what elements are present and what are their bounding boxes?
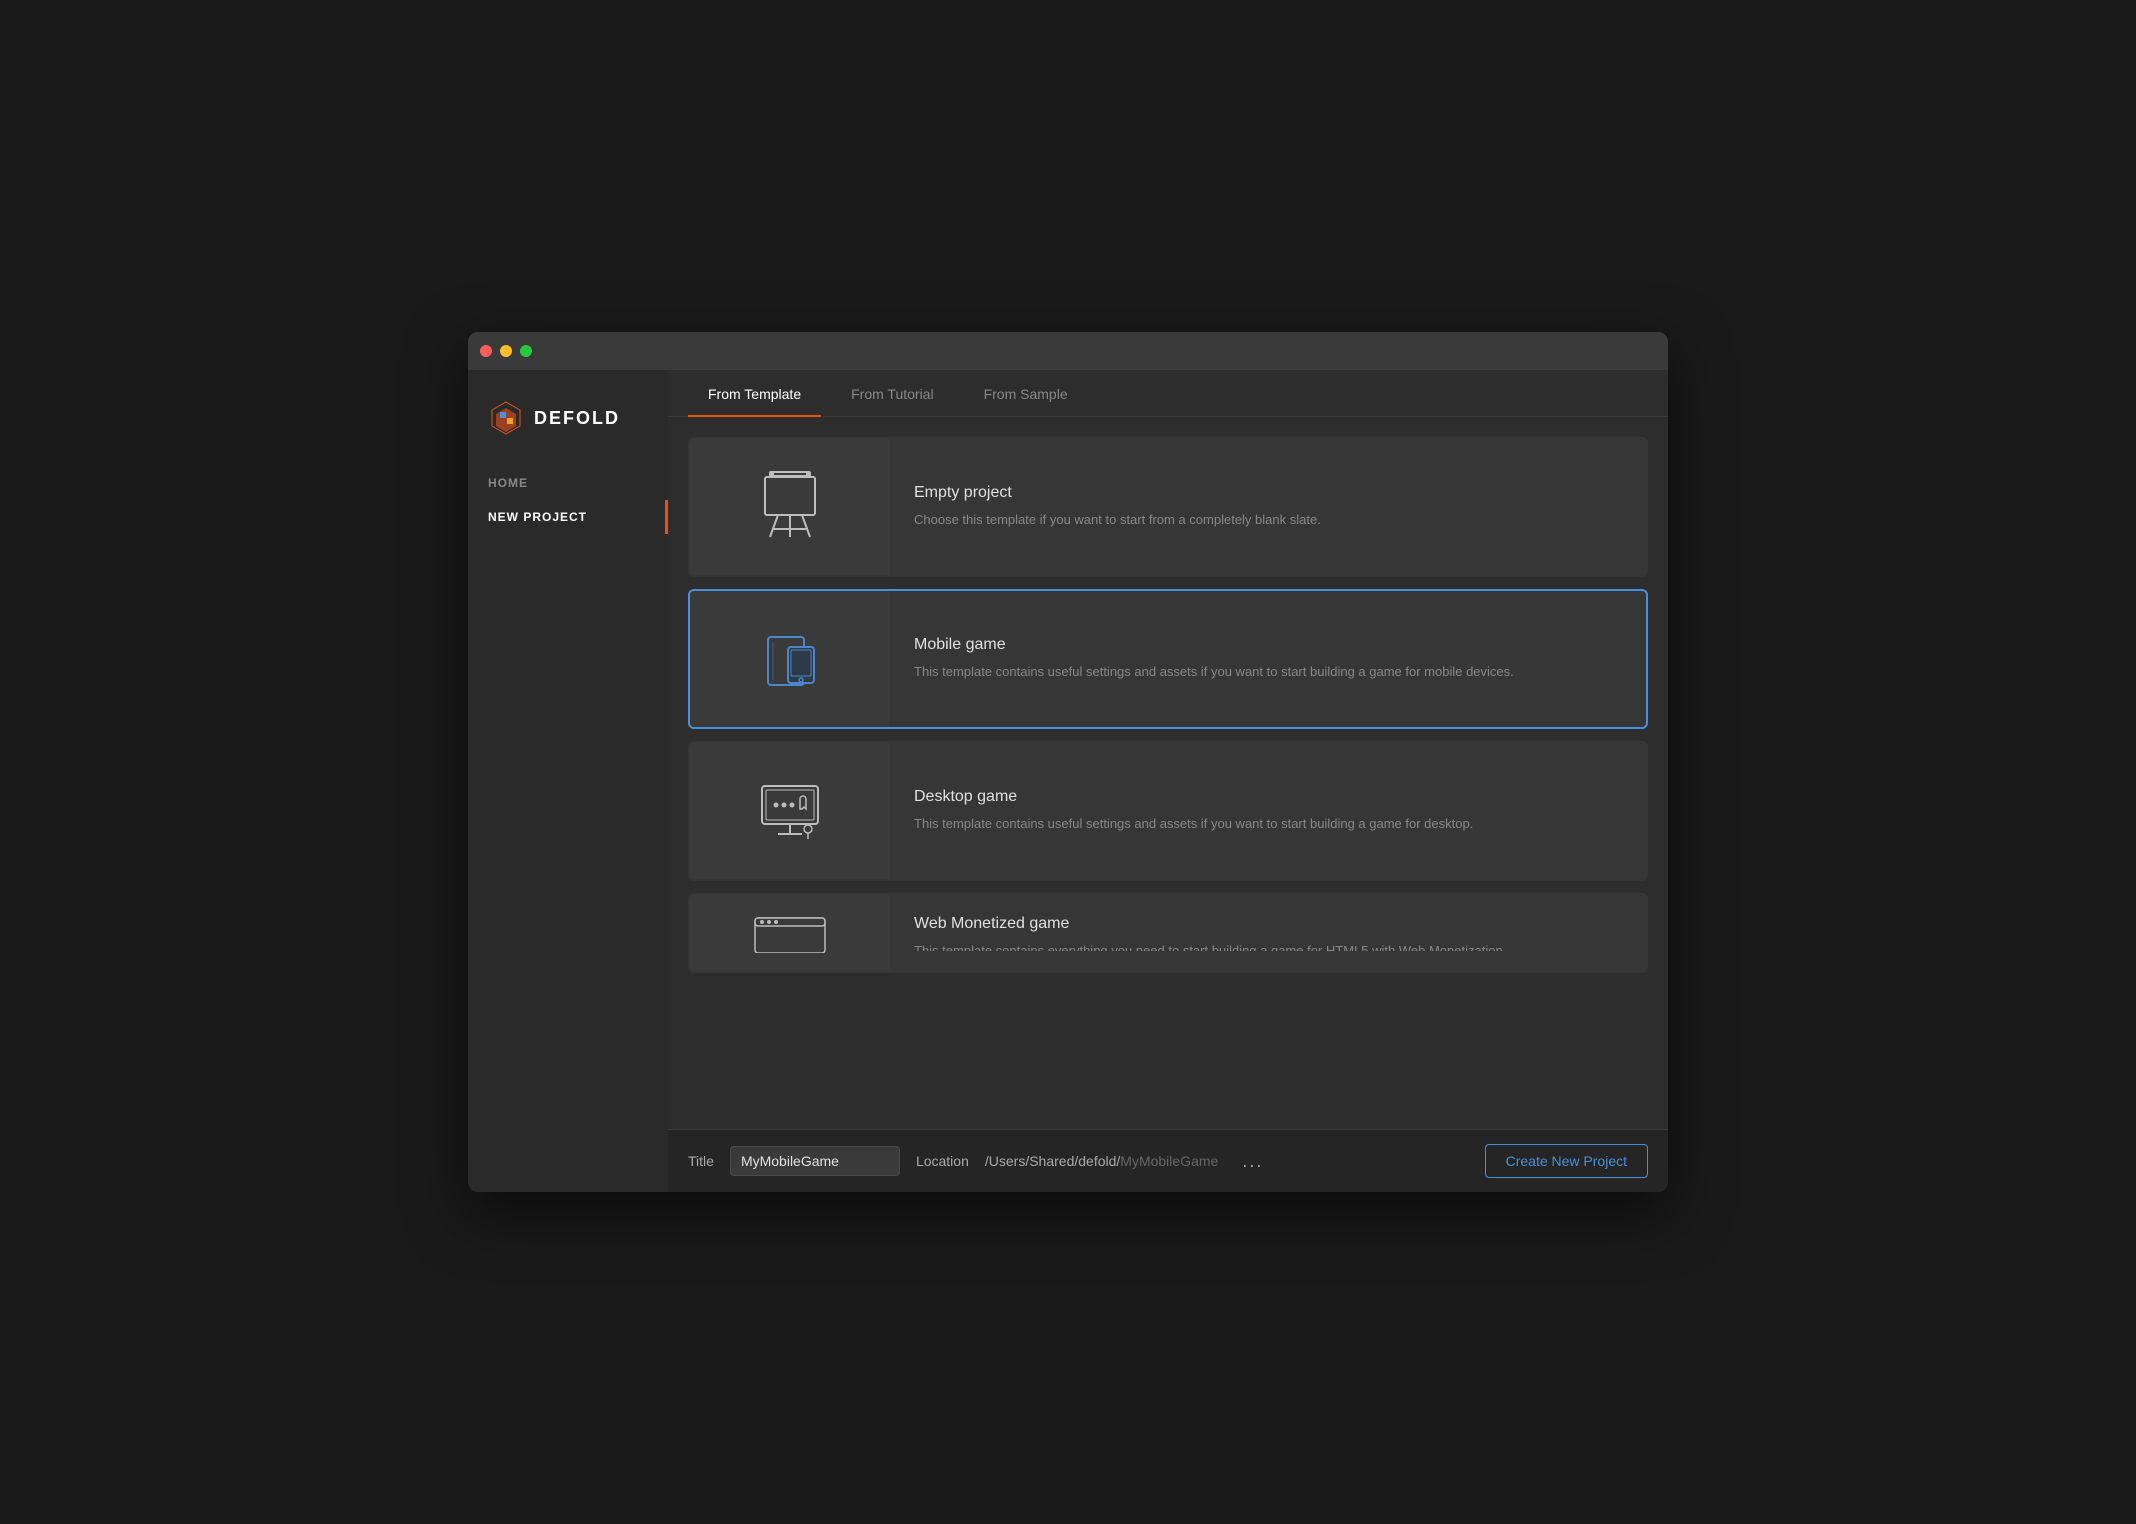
logo-text: DEFOLD	[534, 408, 620, 429]
template-info-desktop: Desktop game This template contains usef…	[890, 743, 1497, 879]
template-name-empty: Empty project	[914, 484, 1321, 502]
tab-from-sample[interactable]: From Sample	[964, 370, 1088, 416]
sidebar-item-home[interactable]: HOME	[468, 466, 668, 500]
sidebar: DEFOLD HOME NEW PROJECT	[468, 370, 668, 1192]
templates-list: Empty project Choose this template if yo…	[668, 417, 1668, 1129]
template-card-desktop[interactable]: Desktop game This template contains usef…	[688, 741, 1648, 881]
template-icon-empty	[690, 439, 890, 575]
template-desc-mobile: This template contains useful settings a…	[914, 662, 1514, 682]
location-path-suffix: MyMobileGame	[1120, 1153, 1218, 1169]
template-name-desktop: Desktop game	[914, 788, 1473, 806]
logo-area: DEFOLD	[468, 390, 668, 466]
template-icon-mobile	[690, 591, 890, 727]
template-icon-web	[690, 895, 890, 971]
template-info-empty: Empty project Choose this template if yo…	[890, 439, 1345, 575]
tabs: From Template From Tutorial From Sample	[668, 370, 1668, 417]
template-name-mobile: Mobile game	[914, 636, 1514, 654]
template-desc-empty: Choose this template if you want to star…	[914, 510, 1321, 530]
app-window: DEFOLD HOME NEW PROJECT From Template Fr…	[468, 332, 1668, 1192]
close-button[interactable]	[480, 345, 492, 357]
titlebar	[468, 332, 1668, 370]
web-icon	[750, 913, 830, 953]
minimize-button[interactable]	[500, 345, 512, 357]
mobile-icon	[750, 619, 830, 699]
defold-logo-icon	[488, 400, 524, 436]
canvas-icon	[750, 467, 830, 547]
location-label: Location	[916, 1153, 969, 1169]
template-desc-web: This template contains everything you ne…	[914, 941, 1503, 951]
tab-from-template[interactable]: From Template	[688, 370, 821, 416]
title-input[interactable]	[730, 1146, 900, 1176]
content-area: From Template From Tutorial From Sample	[668, 370, 1668, 1192]
browse-button[interactable]: ...	[1234, 1151, 1271, 1172]
template-card-empty[interactable]: Empty project Choose this template if yo…	[688, 437, 1648, 577]
template-name-web: Web Monetized game	[914, 915, 1503, 933]
desktop-icon	[750, 771, 830, 851]
bottom-bar: Title Location /Users/Shared/defold/MyMo…	[668, 1129, 1668, 1192]
template-desc-desktop: This template contains useful settings a…	[914, 814, 1473, 834]
template-icon-desktop	[690, 743, 890, 879]
main-content: DEFOLD HOME NEW PROJECT From Template Fr…	[468, 370, 1668, 1192]
template-card-web[interactable]: Web Monetized game This template contain…	[688, 893, 1648, 973]
title-label: Title	[688, 1153, 714, 1169]
sidebar-item-new-project[interactable]: NEW PROJECT	[468, 500, 668, 534]
template-info-mobile: Mobile game This template contains usefu…	[890, 591, 1538, 727]
maximize-button[interactable]	[520, 345, 532, 357]
tab-from-tutorial[interactable]: From Tutorial	[831, 370, 953, 416]
template-card-mobile[interactable]: Mobile game This template contains usefu…	[688, 589, 1648, 729]
template-info-web: Web Monetized game This template contain…	[890, 895, 1527, 971]
location-path: /Users/Shared/defold/MyMobileGame	[985, 1153, 1218, 1169]
sidebar-nav: HOME NEW PROJECT	[468, 466, 668, 534]
create-new-project-button[interactable]: Create New Project	[1485, 1144, 1648, 1178]
